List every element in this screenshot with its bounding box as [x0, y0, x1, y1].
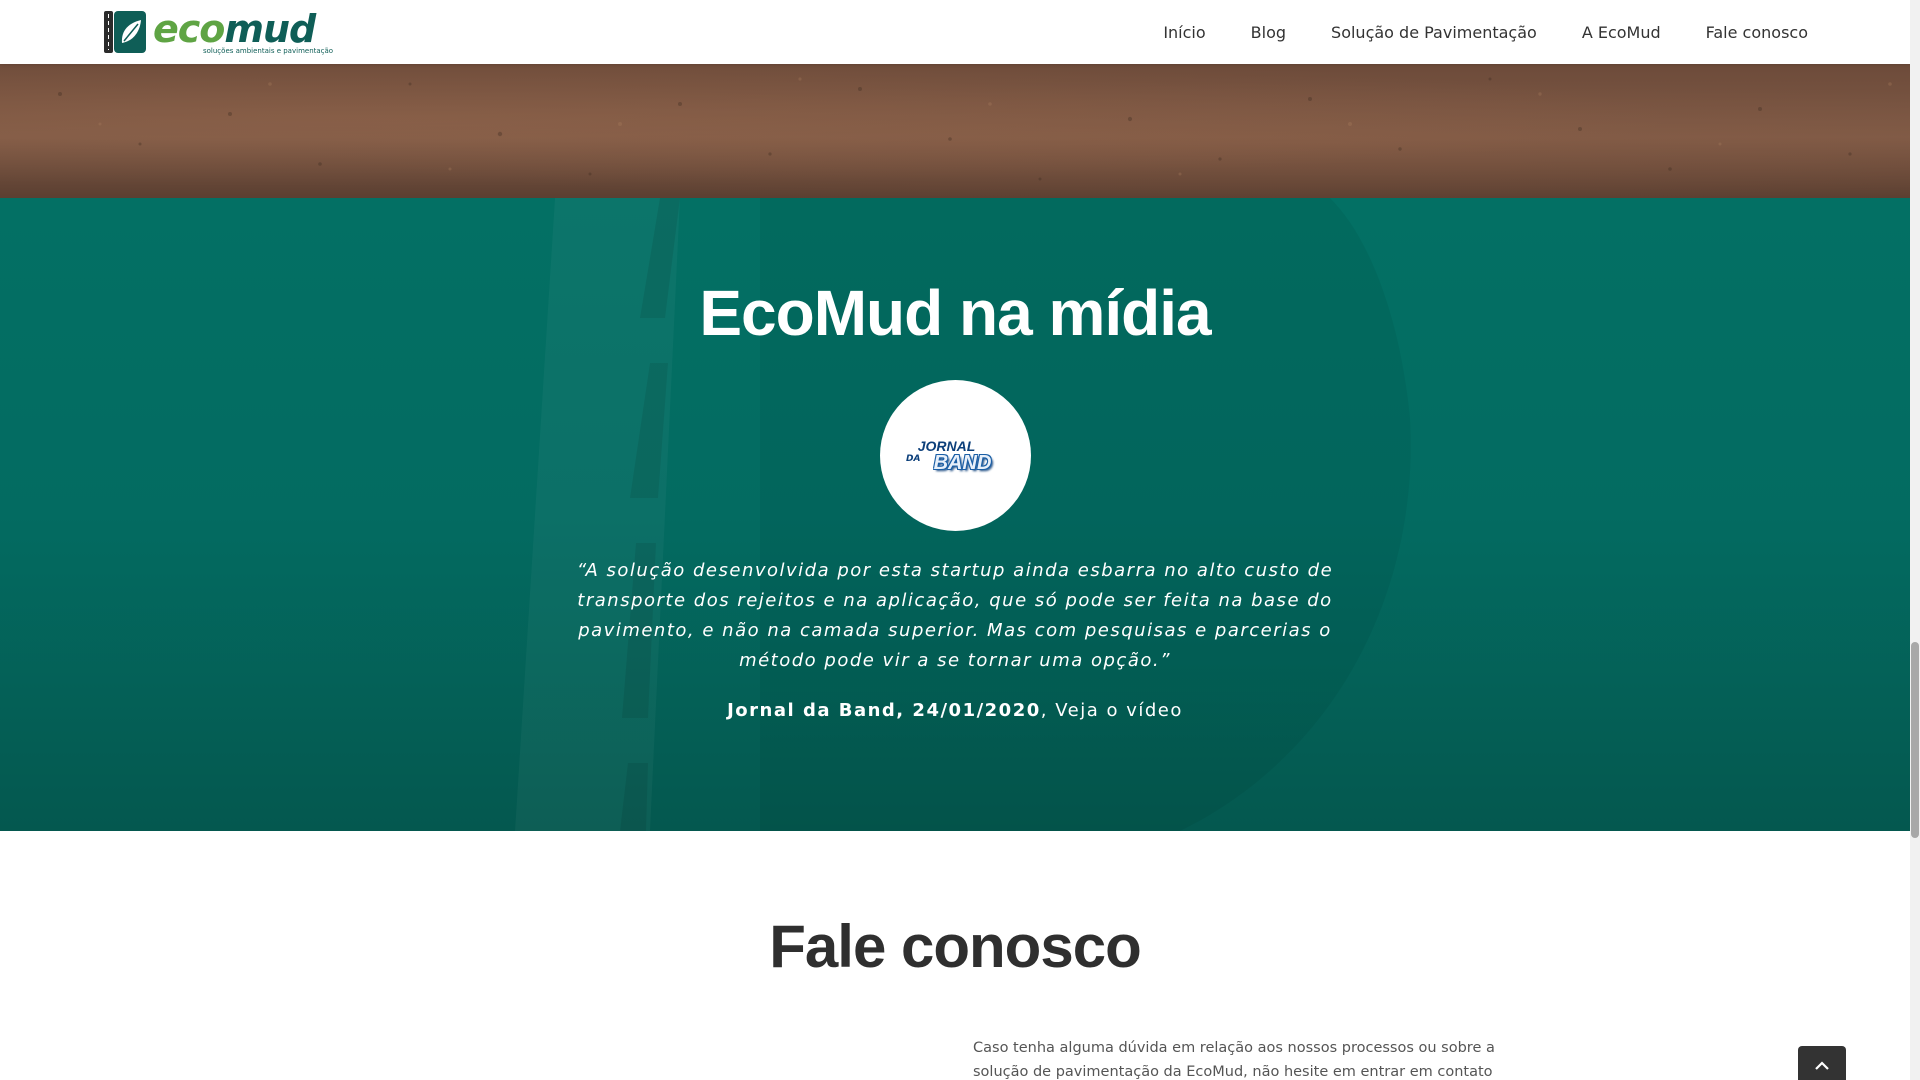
- jornal-da-band-logo: JORNAL DA BAND: [880, 380, 1031, 531]
- dirt-banner-image: [0, 64, 1910, 198]
- chevron-up-icon: [1815, 1061, 1829, 1070]
- media-section: EcoMud na mídia JORNAL DA BAND “A soluçã…: [0, 198, 1910, 831]
- contact-intro-text: Caso tenha alguma dúvida em relação aos …: [973, 1040, 1495, 1080]
- jornal-da-band-logo-da: DA: [906, 454, 921, 464]
- logo-text: ecomud soluções ambientais e pavimentaçã…: [153, 7, 333, 55]
- logo-word-mud: mud: [224, 7, 316, 51]
- contact-section-title: Fale conosco: [769, 913, 1141, 980]
- attribution-separator: ,: [1040, 700, 1056, 721]
- logo-word-eco: eco: [153, 7, 225, 51]
- watch-video-link[interactable]: Veja o vídeo: [1055, 700, 1183, 721]
- nav-item-blog[interactable]: Blog: [1251, 23, 1286, 42]
- nav-item-inicio[interactable]: Início: [1163, 23, 1205, 42]
- site-header: ecomud soluções ambientais e pavimentaçã…: [0, 0, 1910, 64]
- nav-item-solucao-pavimentacao[interactable]: Solução de Pavimentação: [1331, 23, 1537, 42]
- media-section-title: EcoMud na mídia: [699, 277, 1211, 349]
- page-scrollbar[interactable]: [1910, 0, 1920, 1080]
- media-quote: “A solução desenvolvida por esta startup…: [576, 560, 1334, 671]
- media-attribution: Jornal da Band, 24/01/2020, Veja o vídeo: [0, 700, 1910, 721]
- ecomud-logo-icon: [104, 11, 146, 53]
- scrollbar-thumb[interactable]: [1911, 642, 1919, 838]
- site-logo[interactable]: ecomud soluções ambientais e pavimentaçã…: [103, 7, 333, 55]
- jornal-da-band-logo-line1: JORNAL: [917, 437, 976, 454]
- back-to-top-button[interactable]: [1798, 1046, 1846, 1080]
- nav-item-a-ecomud[interactable]: A EcoMud: [1582, 23, 1661, 42]
- media-source: Jornal da Band, 24/01/2020: [727, 700, 1041, 721]
- logo-tagline: soluções ambientais e pavimentação: [203, 47, 334, 55]
- dirt-texture: [58, 77, 1892, 181]
- main-nav: Início Blog Solução de Pavimentação A Ec…: [1118, 0, 1808, 64]
- page: ecomud soluções ambientais e pavimentaçã…: [0, 0, 1910, 1080]
- jornal-da-band-logo-line2: BAND: [933, 451, 992, 474]
- nav-item-fale-conosco[interactable]: Fale conosco: [1706, 23, 1808, 42]
